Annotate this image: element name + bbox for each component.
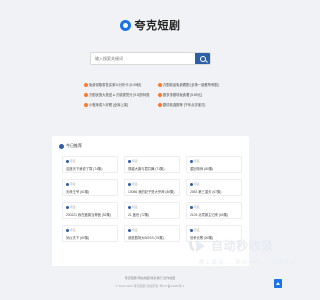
back-to-top-button[interactable] — [274, 279, 282, 288]
card-meta: 夸克 — [190, 159, 238, 163]
source-icon — [66, 159, 69, 163]
hot-link[interactable]: 剧情精选推荐 [千年点评宝贝] — [158, 102, 228, 107]
drama-card[interactable]: 夸克 200221 我在盛唐当神医 (52集) — [62, 202, 118, 219]
card-meta: 夸克 — [66, 205, 114, 209]
card-meta: 夸克 — [190, 228, 238, 232]
card-title: 我是剧场大BOSS (76集) — [128, 236, 164, 240]
hero-section: 夸克短剧 免费领取零售买家11分折卡 [0.05秒] 万剧精品免费看剧 [全场一… — [0, 0, 300, 130]
card-source: 夸克 — [132, 182, 138, 186]
watermark-text: 自动秒收录 — [211, 239, 274, 253]
card-meta: 夸克 — [128, 182, 176, 186]
hot-link[interactable]: 免费领取零售买家11分折卡 [0.05秒] — [84, 82, 154, 87]
hot-link[interactable]: 小程序成人好看 [全库上架] — [84, 102, 154, 107]
drama-card[interactable]: 夸克 2053 第三重天 (67集) — [186, 179, 242, 196]
drama-grid: 夸克 这座天下我说了算 (74集) 夸克 穿越大唐与君共舞 (71集) 夸克 重… — [62, 156, 242, 242]
drama-card[interactable]: 夸克 21 盖世 (72集) — [124, 202, 180, 219]
card-source: 夸克 — [70, 159, 76, 163]
search-icon — [199, 55, 206, 62]
card-meta: 夸克 — [66, 228, 114, 232]
source-icon — [128, 228, 131, 232]
hot-link[interactable]: 万剧精品免费看剧 [全场一键看所有剧] — [158, 82, 228, 87]
card-title: 200221 我在盛唐当神医 (52集) — [66, 213, 112, 217]
section-title: 今日推荐 — [66, 143, 82, 148]
drama-card[interactable]: 夸克 凤仪天下 (60集) — [62, 225, 118, 242]
source-icon — [128, 182, 131, 186]
card-title: 重回帝师 (80集) — [190, 167, 214, 171]
drama-card[interactable]: 夸克 重回帝师 (80集) — [186, 156, 242, 173]
drama-card[interactable]: 夸克 天命王爷 (61集) — [62, 179, 118, 196]
card-source: 夸克 — [194, 228, 200, 232]
site-brand[interactable]: 夸克短剧 — [0, 17, 300, 33]
card-meta: 夸克 — [190, 205, 238, 209]
footer-copyright: © 2018-2024 夸克短剧 版权所有 粤ICP备10086号-1 — [115, 284, 185, 288]
hot-link[interactable]: 剧多多剧场免费看 [5.89元] — [158, 92, 228, 97]
card-meta: 夸克 — [128, 205, 176, 209]
watermark: 自动秒收录 散上链接 → 来访一次 → 自动收录 — [188, 237, 296, 277]
quark-logo-icon — [119, 19, 131, 31]
source-icon — [66, 205, 69, 209]
drama-card[interactable]: 夸克 这座天下我说了算 (74集) — [62, 156, 118, 173]
card-source: 夸克 — [70, 182, 76, 186]
drama-card[interactable]: 夸克 10086 我的妃子是大宗师 (80集) — [124, 179, 180, 196]
hot-link[interactable]: 万剧优惠大放送 ● 万能视觉分 [9.8]折特惠 — [84, 92, 154, 97]
card-title: 这座天下我说了算 (74集) — [66, 167, 103, 171]
card-meta: 夸克 — [66, 159, 114, 163]
search-button[interactable] — [195, 53, 210, 64]
footer: 夸克短剧 网站地图 联系我们 合作加盟 © 2018-2024 夸克短剧 版权所… — [0, 276, 300, 288]
drama-card[interactable]: 夸克 我是剧场大BOSS (76集) — [124, 225, 180, 242]
search-bar — [90, 52, 211, 65]
search-input[interactable] — [91, 53, 195, 64]
card-meta: 夸克 — [66, 182, 114, 186]
card-meta: 夸克 — [128, 159, 176, 163]
card-source: 夸克 — [194, 205, 200, 209]
drama-card[interactable]: 夸克 穿越大唐与君共舞 (71集) — [124, 156, 180, 173]
card-meta: 夸克 — [128, 228, 176, 232]
card-title: 凤仪天下 (60集) — [66, 236, 90, 240]
hot-links: 免费领取零售买家11分折卡 [0.05秒] 万剧精品免费看剧 [全场一键看所有剧… — [84, 82, 224, 107]
card-source: 夸克 — [70, 228, 76, 232]
drama-card[interactable]: 夸克 2103 北境霸主归来 (60集) — [186, 202, 242, 219]
source-icon — [66, 182, 69, 186]
watermark-logo-icon — [189, 240, 205, 252]
source-icon — [190, 228, 193, 232]
watermark-subtext: 散上链接 → 来访一次 → 自动收录 — [199, 260, 297, 266]
card-title: 21 盖世 (72集) — [128, 213, 150, 217]
footer-links[interactable]: 夸克短剧 网站地图 联系我们 合作加盟 — [0, 276, 300, 280]
card-source: 夸克 — [132, 159, 138, 163]
site-title: 夸克短剧 — [134, 20, 181, 32]
card-source: 夸克 — [194, 182, 200, 186]
source-icon — [66, 228, 69, 232]
card-title: 天命王爷 (61集) — [66, 190, 90, 194]
card-source: 夸克 — [132, 228, 138, 232]
source-icon — [128, 205, 131, 209]
source-icon — [128, 159, 131, 163]
card-title: 2103 北境霸主归来 (60集) — [190, 213, 229, 217]
recommend-icon — [59, 143, 64, 149]
card-meta: 夸克 — [190, 182, 238, 186]
card-source: 夸克 — [194, 159, 200, 163]
card-source: 夸克 — [70, 205, 76, 209]
card-title: 穿越大唐与君共舞 (71集) — [128, 167, 165, 171]
source-icon — [190, 205, 193, 209]
card-title: 2053 第三重天 (67集) — [190, 190, 222, 194]
card-title: 10086 我的妃子是大宗师 (80集) — [128, 190, 175, 194]
source-icon — [190, 159, 193, 163]
section-header: 今日推荐 — [59, 143, 82, 149]
card-source: 夸克 — [132, 205, 138, 209]
source-icon — [190, 182, 193, 186]
